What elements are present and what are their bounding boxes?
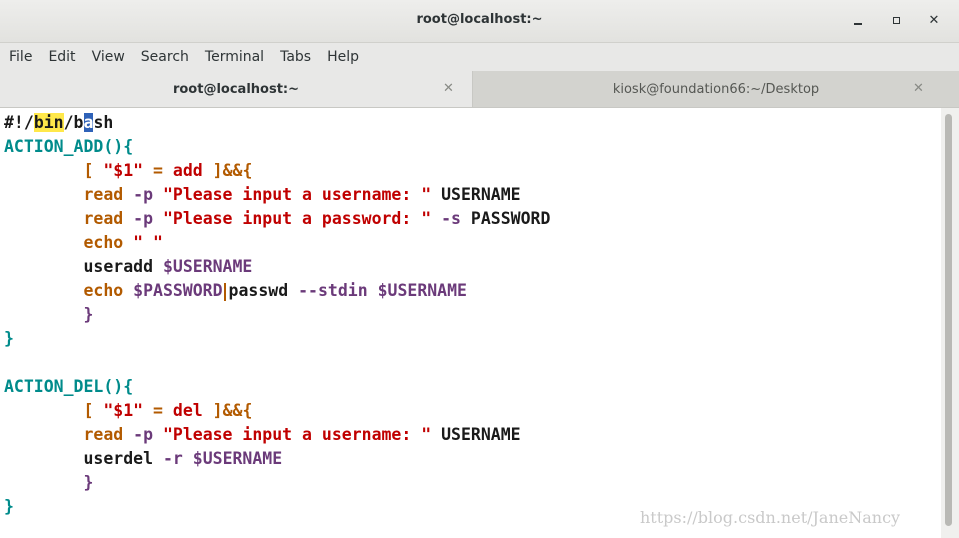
code-token: bin: [33, 113, 64, 132]
scrollbar-thumb[interactable]: [945, 114, 952, 526]
menu-view[interactable]: View: [83, 49, 132, 65]
code-line: useradd $USERNAME: [4, 255, 550, 279]
text-caret: [223, 282, 226, 301]
terminal-area[interactable]: #!/bin/bash ACTION_ADD(){ [ "$1" = add ]&…: [0, 108, 941, 538]
code-token: sh: [93, 113, 114, 132]
code-line: }: [4, 471, 550, 495]
code-token: =: [143, 401, 173, 420]
menu-bar: File Edit View Search Terminal Tabs Help: [0, 43, 959, 70]
code-token: echo: [4, 233, 134, 252]
code-line: echo $PASSWORD passwd --stdin $USERNAME: [4, 279, 550, 303]
code-token: echo: [4, 281, 134, 300]
code-line: [ "$1" = del ]&&{: [4, 399, 550, 423]
code-token: ACTION_ADD(){: [4, 137, 134, 156]
code-token: " ": [133, 233, 163, 252]
code-token: $USERNAME: [162, 257, 253, 276]
code-token: read: [4, 185, 134, 204]
menu-help[interactable]: Help: [318, 49, 366, 65]
code-token: del: [172, 401, 203, 420]
code-token: [: [4, 161, 104, 180]
watermark: https://blog.csdn.net/JaneNancy: [640, 508, 901, 527]
menu-terminal[interactable]: Terminal: [196, 49, 271, 65]
code-token: PASSWORD: [470, 209, 551, 228]
scrollbar[interactable]: [941, 108, 959, 538]
code-line: ACTION_DEL(){: [4, 375, 550, 399]
menu-edit[interactable]: Edit: [39, 49, 82, 65]
code-line: read -p "Please input a password: " -s P…: [4, 207, 550, 231]
close-icon[interactable]: ✕: [924, 10, 944, 30]
code-token: --stdin: [298, 281, 378, 300]
code-line: }: [4, 495, 550, 519]
code-token: }: [4, 497, 14, 516]
code-token: a: [83, 113, 94, 132]
code-token: "$1": [103, 401, 144, 420]
code-token: }: [4, 305, 94, 324]
code-line: userdel -r $USERNAME: [4, 447, 550, 471]
code-token: add: [172, 161, 203, 180]
script-text: #!/bin/bash ACTION_ADD(){ [ "$1" = add ]&…: [4, 111, 550, 519]
code-token: useradd: [4, 257, 163, 276]
code-token: $USERNAME: [192, 449, 283, 468]
code-line: }: [4, 303, 550, 327]
code-token: "Please input a password: ": [162, 209, 432, 228]
code-token: #!/: [4, 113, 34, 132]
menu-file[interactable]: File: [0, 49, 39, 65]
code-token: USERNAME: [431, 185, 521, 204]
code-token: }: [4, 329, 14, 348]
code-token: -p: [133, 185, 163, 204]
tab-root-localhost[interactable]: root@localhost:~ ✕: [0, 71, 473, 107]
code-token: $USERNAME: [377, 281, 467, 300]
code-line: ACTION_ADD(){: [4, 135, 550, 159]
code-token: "$1": [103, 161, 144, 180]
code-token: [: [4, 401, 104, 420]
tab-close-icon[interactable]: ✕: [443, 81, 454, 96]
tab-close-icon[interactable]: ✕: [913, 81, 924, 96]
code-token: =: [143, 161, 173, 180]
maximize-icon[interactable]: [886, 10, 906, 30]
tab-label: root@localhost:~: [172, 81, 300, 97]
code-token: "Please input a username: ": [162, 425, 432, 444]
code-token: userdel: [4, 449, 163, 468]
code-line: read -p "Please input a username: " USER…: [4, 423, 550, 447]
menu-tabs[interactable]: Tabs: [271, 49, 318, 65]
code-token: read: [4, 209, 134, 228]
code-token: -p: [133, 425, 163, 444]
code-token: read: [4, 425, 134, 444]
tab-kiosk-desktop[interactable]: kiosk@foundation66:~/Desktop ✕: [473, 71, 959, 107]
window-title: root@localhost:~: [416, 12, 543, 27]
minimize-icon[interactable]: [848, 10, 868, 30]
title-bar: root@localhost:~ ✕: [0, 0, 959, 43]
code-token: ]&&{: [202, 161, 253, 180]
code-line: [ "$1" = add ]&&{: [4, 159, 550, 183]
code-token: ]&&{: [202, 401, 253, 420]
code-token: ACTION_DEL(){: [4, 377, 134, 396]
code-token: "Please input a username: ": [162, 185, 432, 204]
code-line: #!/bin/bash: [4, 111, 550, 135]
code-token: passwd: [228, 281, 299, 300]
code-token: -s: [431, 209, 471, 228]
code-token: USERNAME: [431, 425, 521, 444]
code-token: }: [4, 473, 94, 492]
code-token: $PASSWORD: [133, 281, 223, 300]
code-line: }: [4, 327, 550, 351]
code-token: -r: [162, 449, 193, 468]
tab-bar: root@localhost:~ ✕ kiosk@foundation66:~/…: [0, 71, 959, 108]
menu-search[interactable]: Search: [132, 49, 196, 65]
code-line: echo " ": [4, 231, 550, 255]
code-token: /b: [63, 113, 84, 132]
tab-label: kiosk@foundation66:~/Desktop: [612, 81, 820, 97]
code-line: read -p "Please input a username: " USER…: [4, 183, 550, 207]
code-token: -p: [133, 209, 163, 228]
